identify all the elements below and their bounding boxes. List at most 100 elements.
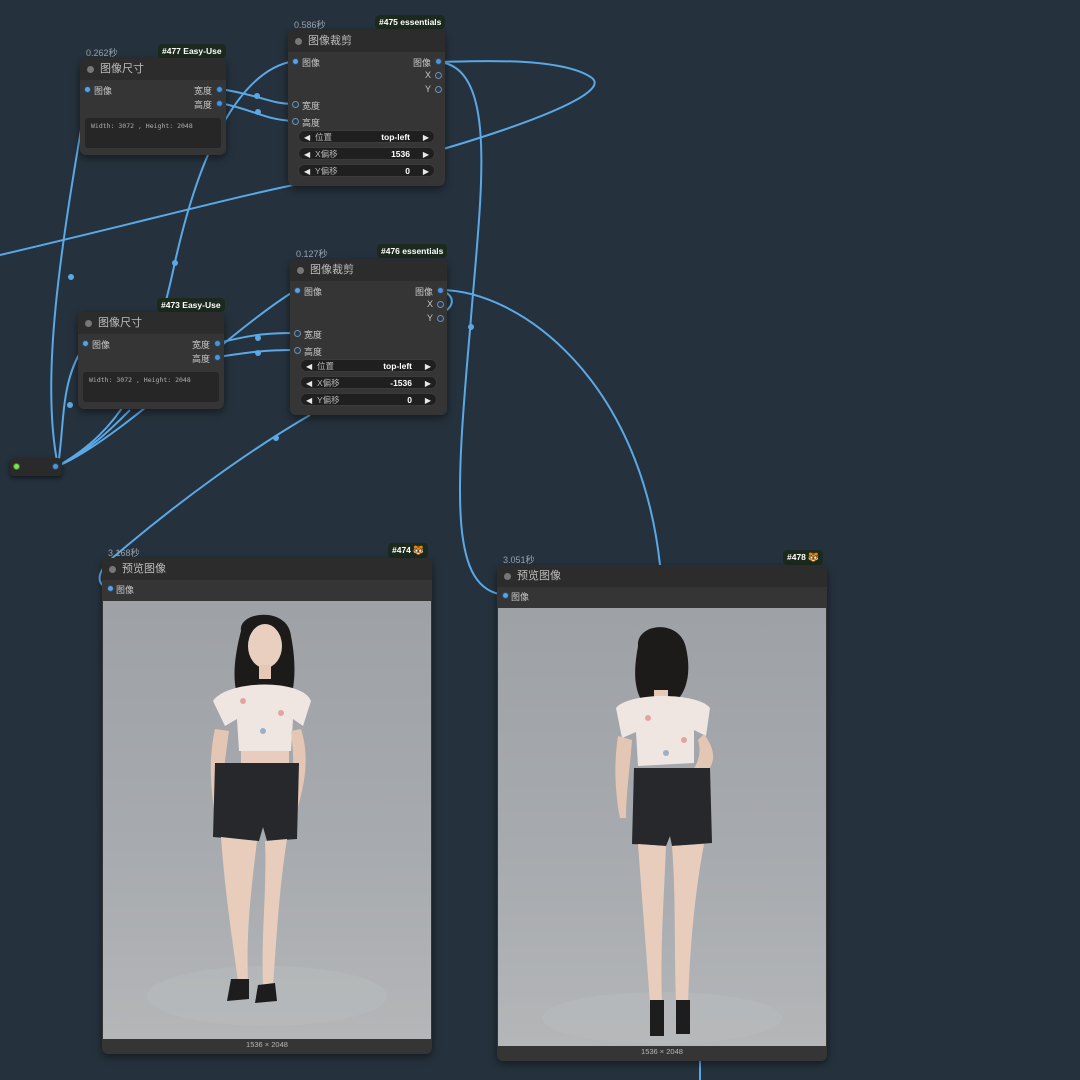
- node-title-text: 图像裁剪: [308, 35, 352, 47]
- input-slot-dot[interactable]: [292, 118, 299, 125]
- x-offset-number-widget[interactable]: ◀ X偏移 1536 ▶: [298, 147, 435, 160]
- preview-image-node-474[interactable]: 预览图像 图像 1536 × 2048: [102, 558, 432, 1054]
- node-title[interactable]: 预览图像: [102, 558, 432, 580]
- node-title-text: 预览图像: [122, 563, 166, 575]
- output-slot-x: X: [426, 299, 433, 309]
- node-title[interactable]: 图像尺寸: [80, 58, 226, 80]
- decrement-arrow-icon[interactable]: ◀: [306, 377, 312, 390]
- node-badge: #473 Easy-Use: [157, 298, 225, 312]
- output-slot-dot[interactable]: [435, 72, 442, 79]
- image-size-node-477[interactable]: 图像尺寸 图像 宽度 高度 Width: 3072 , Height: 2048: [80, 58, 226, 155]
- node-title[interactable]: 图像裁剪: [290, 259, 447, 281]
- output-slot-dot[interactable]: [437, 301, 444, 308]
- image-size-node-473[interactable]: 图像尺寸 图像 宽度 高度 Width: 3072 , Height: 2048: [78, 312, 224, 409]
- decrement-arrow-icon[interactable]: ◀: [304, 148, 310, 161]
- widget-value: 1536: [391, 149, 410, 159]
- node-title-text: 图像裁剪: [310, 264, 354, 276]
- collapse-dot-icon[interactable]: [85, 320, 92, 327]
- widget-value: 0: [405, 166, 410, 176]
- input-slot-dot[interactable]: [294, 347, 301, 354]
- node-title[interactable]: 图像裁剪: [288, 30, 445, 52]
- input-slot-image: 图像: [92, 340, 111, 350]
- decrement-arrow-icon[interactable]: ◀: [306, 360, 312, 373]
- input-slot-image: 图像: [304, 287, 323, 297]
- input-slot-dot[interactable]: [82, 340, 89, 347]
- increment-arrow-icon[interactable]: ▶: [425, 360, 431, 373]
- collapse-dot-icon[interactable]: [297, 267, 304, 274]
- increment-arrow-icon[interactable]: ▶: [423, 165, 429, 178]
- widget-value: 0: [407, 395, 412, 405]
- node-badge: #477 Easy-Use: [158, 44, 226, 58]
- reroute-input-dot[interactable]: [13, 463, 20, 470]
- x-offset-number-widget[interactable]: ◀ X偏移 -1536 ▶: [300, 376, 437, 389]
- widget-label: 位置: [315, 132, 333, 142]
- output-slot-dot[interactable]: [214, 354, 221, 361]
- wire: [439, 289, 661, 566]
- wire: [219, 102, 295, 122]
- output-slot-dot[interactable]: [214, 340, 221, 347]
- output-slot-dot[interactable]: [437, 315, 444, 322]
- input-slot-image: 图像: [116, 585, 135, 595]
- decrement-arrow-icon[interactable]: ◀: [306, 394, 312, 407]
- output-slot-image: 图像: [412, 58, 431, 68]
- preview-image[interactable]: [103, 601, 431, 1039]
- node-title[interactable]: 图像尺寸: [78, 312, 224, 334]
- image-size-caption: 1536 × 2048: [246, 1040, 288, 1049]
- increment-arrow-icon[interactable]: ▶: [423, 131, 429, 144]
- size-info-text: Width: 3072 , Height: 2048: [83, 372, 219, 402]
- widget-value: top-left: [383, 361, 412, 371]
- output-slot-y: Y: [424, 84, 431, 94]
- person-front-figure: [147, 614, 387, 1026]
- output-slot-width: 宽度: [191, 340, 210, 350]
- decrement-arrow-icon[interactable]: ◀: [304, 131, 310, 144]
- widget-label: 位置: [317, 361, 335, 371]
- position-combo-widget[interactable]: ◀ 位置 top-left ▶: [298, 130, 435, 143]
- reroute-node[interactable]: [10, 458, 62, 476]
- output-slot-dot[interactable]: [216, 100, 223, 107]
- node-title[interactable]: 预览图像: [497, 565, 827, 587]
- increment-arrow-icon[interactable]: ▶: [425, 394, 431, 407]
- position-combo-widget[interactable]: ◀ 位置 top-left ▶: [300, 359, 437, 372]
- wire: [439, 61, 506, 596]
- preview-image-node-478[interactable]: 预览图像 图像 1536 × 2048: [497, 565, 827, 1061]
- output-slot-dot[interactable]: [216, 86, 223, 93]
- image-crop-node-476[interactable]: 图像裁剪 图像 宽度 高度 图像 X Y ◀ 位置 top-left ▶ ◀ X…: [290, 259, 447, 415]
- increment-arrow-icon[interactable]: ▶: [423, 148, 429, 161]
- output-slot-image: 图像: [414, 287, 433, 297]
- collapse-dot-icon[interactable]: [87, 66, 94, 73]
- image-crop-node-475[interactable]: 图像裁剪 图像 宽度 高度 图像 X Y ◀ 位置 top-left ▶ ◀ X…: [288, 30, 445, 186]
- increment-arrow-icon[interactable]: ▶: [425, 377, 431, 390]
- widget-value: -1536: [390, 378, 412, 388]
- input-slot-dot[interactable]: [107, 585, 114, 592]
- input-slot-dot[interactable]: [502, 592, 509, 599]
- output-slot-dot[interactable]: [435, 58, 442, 65]
- output-slot-height: 高度: [191, 354, 210, 364]
- preview-image[interactable]: [498, 608, 826, 1046]
- input-slot-width: 宽度: [304, 330, 323, 340]
- collapse-dot-icon[interactable]: [109, 566, 116, 573]
- node-badge: #474 🐯: [388, 543, 428, 558]
- input-slot-width: 宽度: [302, 101, 321, 111]
- reroute-output-dot[interactable]: [52, 463, 59, 470]
- image-size-caption: 1536 × 2048: [641, 1047, 683, 1056]
- input-slot-dot[interactable]: [294, 330, 301, 337]
- y-offset-number-widget[interactable]: ◀ Y偏移 0 ▶: [298, 164, 435, 177]
- output-slot-width: 宽度: [193, 86, 212, 96]
- widget-label: X偏移: [317, 378, 340, 388]
- input-slot-image: 图像: [94, 86, 113, 96]
- input-slot-dot[interactable]: [294, 287, 301, 294]
- output-slot-y: Y: [426, 313, 433, 323]
- collapse-dot-icon[interactable]: [295, 38, 302, 45]
- input-slot-dot[interactable]: [292, 58, 299, 65]
- size-info-text: Width: 3072 , Height: 2048: [85, 118, 221, 148]
- collapse-dot-icon[interactable]: [504, 573, 511, 580]
- y-offset-number-widget[interactable]: ◀ Y偏移 0 ▶: [300, 393, 437, 406]
- output-slot-x: X: [424, 70, 431, 80]
- decrement-arrow-icon[interactable]: ◀: [304, 165, 310, 178]
- widget-label: Y偏移: [317, 395, 340, 405]
- output-slot-dot[interactable]: [437, 287, 444, 294]
- output-slot-dot[interactable]: [435, 86, 442, 93]
- input-slot-image: 图像: [511, 592, 530, 602]
- input-slot-dot[interactable]: [292, 101, 299, 108]
- input-slot-dot[interactable]: [84, 86, 91, 93]
